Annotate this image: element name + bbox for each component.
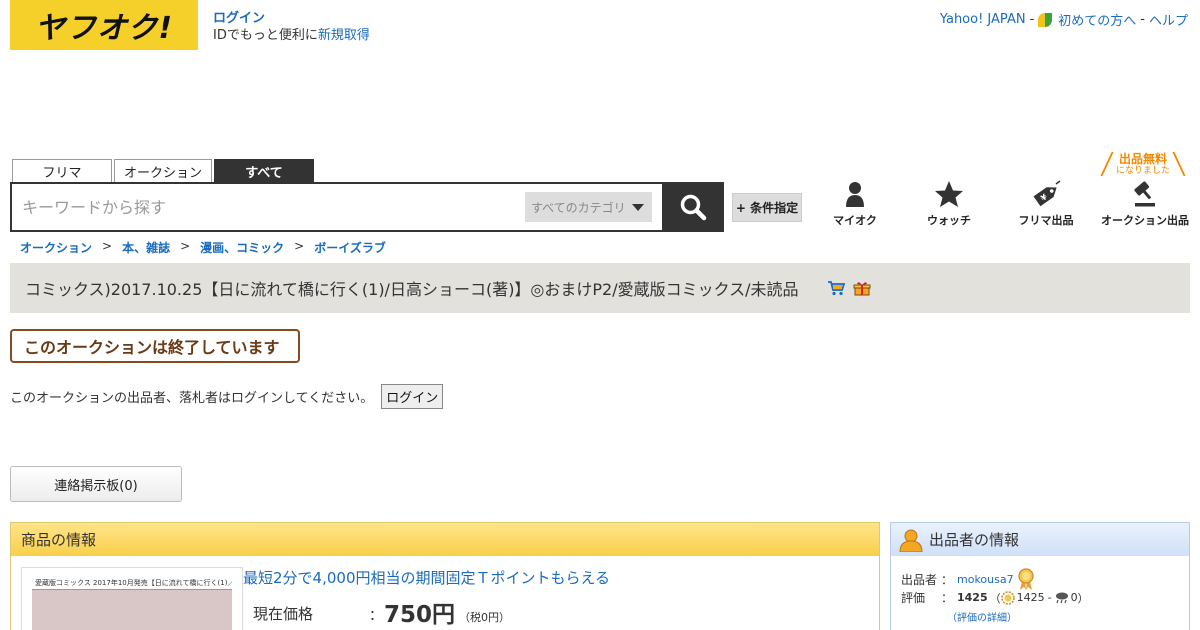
breadcrumb-manga[interactable]: 漫画、コミック xyxy=(200,239,284,256)
seller-info-heading: 出品者の情報 xyxy=(929,531,1020,549)
login-notice: このオークションの出品者、落札者はログインしてください。 ログイン xyxy=(10,384,444,409)
yahoo-japan-link[interactable]: Yahoo! JAPAN xyxy=(940,12,1026,27)
free-badge-title: 出品無料 xyxy=(1118,152,1167,166)
price-colon: ： xyxy=(369,608,383,624)
gift-icon[interactable] xyxy=(853,280,871,296)
link-separator: - xyxy=(1029,12,1035,27)
rating-dash: - xyxy=(1047,591,1052,604)
search-button[interactable] xyxy=(662,182,724,232)
help-link[interactable]: ヘルプ xyxy=(1149,10,1188,29)
person-icon xyxy=(846,182,864,207)
thumbnail-caption: 愛蔵版コミックス 2017年10月発売【日に流れて橋に行く(1)／日高ショーコ】 xyxy=(32,578,232,590)
search-tabs: フリマ オークション すべて xyxy=(12,159,314,183)
login-button[interactable]: ログイン xyxy=(381,384,444,409)
contact-board-button[interactable]: 連絡掲示板(0) xyxy=(10,466,182,502)
rating-colon: ： xyxy=(941,591,954,605)
tab-all[interactable]: すべて xyxy=(214,159,314,183)
link-separator: - xyxy=(1140,12,1145,27)
nav-auction-listing[interactable]: オークション出品 xyxy=(1095,180,1195,228)
product-info-heading: 商品の情報 xyxy=(11,523,879,556)
price-tag-icon: ¥ xyxy=(1033,180,1061,207)
rating-row: 評価 ： 1425 （ 1425 - 0 ） xyxy=(901,589,1089,606)
nav-auction-label: オークション出品 xyxy=(1101,214,1189,227)
search-box: すべてのカテゴリ xyxy=(10,182,664,232)
register-prompt-text: IDでもっと便利に xyxy=(213,28,318,43)
star-icon xyxy=(935,181,963,207)
price-label: 現在価格 xyxy=(253,605,314,623)
chevron-down-icon xyxy=(632,204,644,211)
breadcrumb: オークション > 本、雑誌 > 漫画、コミック > ボーイズラブ xyxy=(20,239,386,256)
shopping-cart-icon[interactable] xyxy=(827,280,845,296)
award-badge-icon xyxy=(1018,568,1034,590)
header-nav: マイオク ウォッチ ¥ フリマ出品 オークション出品 xyxy=(820,180,1195,230)
product-info-panel: 商品の情報 愛蔵版コミックス 2017年10月発売【日に流れて橋に行く(1)／日… xyxy=(10,522,880,630)
seller-colon: ： xyxy=(941,572,954,587)
rating-good-count: 1425 xyxy=(1016,591,1045,604)
first-time-link[interactable]: 初めての方へ xyxy=(1058,10,1136,29)
nav-watch-label: ウォッチ xyxy=(927,214,971,227)
seller-row: 出品者 ： mokousa7 xyxy=(901,567,1035,591)
beginner-leaf-icon xyxy=(1038,12,1053,27)
sun-good-rating-icon xyxy=(1000,590,1015,605)
breadcrumb-auction[interactable]: オークション xyxy=(20,239,92,256)
seller-avatar-icon xyxy=(899,529,923,552)
rating-bad-count: 0 xyxy=(1070,591,1078,604)
search-icon xyxy=(680,194,707,221)
free-listing-badge: 出品無料 になりました xyxy=(1100,152,1186,176)
price-tax: （税0円） xyxy=(459,611,510,624)
breadcrumb-separator: > xyxy=(294,239,305,253)
thumbnail-image: 愛蔵版コミックス 2017年10月発売【日に流れて橋に行く(1)／日高ショーコ】 xyxy=(32,578,232,630)
category-select[interactable]: すべてのカテゴリ xyxy=(525,192,652,222)
yahuoku-logo[interactable]: ヤフオク! xyxy=(10,0,198,50)
top-links: Yahoo! JAPAN - 初めての方へ - ヘルプ xyxy=(940,10,1188,29)
breadcrumb-separator: > xyxy=(102,239,113,253)
nav-myauction[interactable]: マイオク xyxy=(815,180,895,228)
register-prompt: IDでもっと便利に新規取得 xyxy=(213,27,370,44)
rating-label: 評価 xyxy=(901,591,926,605)
nav-watch[interactable]: ウォッチ xyxy=(909,180,989,228)
rating-open-paren: （ xyxy=(989,591,1001,605)
rating-total: 1425 xyxy=(957,591,988,604)
condition-button[interactable]: + 条件指定 xyxy=(732,193,802,222)
gavel-icon xyxy=(1134,181,1155,207)
login-box: ログイン IDでもっと便利に新規取得 xyxy=(213,10,370,44)
search-input[interactable] xyxy=(22,194,522,220)
item-title: コミックス)2017.10.25【日に流れて橋に行く(1)/日高ショーコ(著)】… xyxy=(25,280,799,299)
nav-flima-listing[interactable]: ¥ フリマ出品 xyxy=(1001,180,1091,228)
rating-close-paren: ） xyxy=(1077,591,1089,605)
logo-text: ヤフオク! xyxy=(34,11,174,46)
login-notice-text: このオークションの出品者、落札者はログインしてください。 xyxy=(10,391,374,406)
breadcrumb-separator: > xyxy=(180,239,191,253)
rating-detail-link[interactable]: （評価の詳細） xyxy=(947,609,1017,624)
breadcrumb-boys-love[interactable]: ボーイズラブ xyxy=(314,239,386,256)
tpoint-promo-link[interactable]: 最短2分で4,000円相当の期間固定Ｔポイントもらえる xyxy=(243,567,610,588)
free-badge-subtitle: になりました xyxy=(1115,166,1170,176)
product-thumbnail[interactable]: 愛蔵版コミックス 2017年10月発売【日に流れて橋に行く(1)／日高ショーコ】 xyxy=(21,567,243,630)
seller-info-header: 出品者の情報 xyxy=(891,523,1189,556)
seller-name-link[interactable]: mokousa7 xyxy=(957,573,1014,586)
nav-flima-label: フリマ出品 xyxy=(1018,214,1074,227)
rain-bad-rating-icon xyxy=(1055,592,1068,603)
tab-flima[interactable]: フリマ xyxy=(12,159,112,183)
tab-auction[interactable]: オークション xyxy=(114,159,212,183)
register-link[interactable]: 新規取得 xyxy=(318,28,370,43)
auction-ended-notice: このオークションは終了しています xyxy=(10,329,300,363)
seller-info-panel: 出品者の情報 出品者 ： mokousa7 評価 ： 1425 （ 1425 -… xyxy=(890,522,1190,630)
login-link[interactable]: ログイン xyxy=(213,10,370,27)
nav-myauction-label: マイオク xyxy=(833,214,877,227)
title-icons xyxy=(827,280,871,296)
seller-label: 出品者 xyxy=(901,572,938,587)
item-title-bar: コミックス)2017.10.25【日に流れて橋に行く(1)/日高ショーコ(著)】… xyxy=(10,263,1190,313)
breadcrumb-books[interactable]: 本、雑誌 xyxy=(122,239,170,256)
current-price: 750円 xyxy=(384,602,456,628)
category-select-label: すべてのカテゴリ xyxy=(531,200,626,215)
